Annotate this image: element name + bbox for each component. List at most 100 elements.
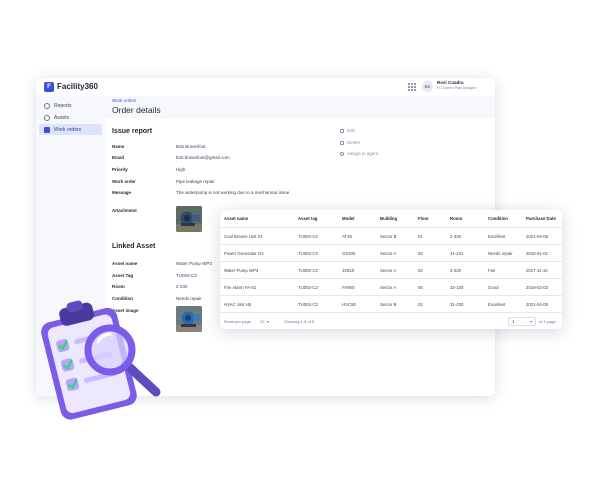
field-value-message: The waterpump is not working due to a me… [176, 190, 290, 195]
column-header[interactable]: Building [380, 210, 397, 227]
table-cell: Power Generator G4 [224, 251, 264, 256]
table-cell: 41-231 [450, 251, 464, 256]
app-logo-text: Facility360 [57, 82, 98, 91]
table-cell: Fair [488, 268, 496, 273]
field-label-name: Name [112, 144, 125, 149]
clock-icon [44, 102, 50, 109]
table-cell: 2017-11-10 [526, 268, 548, 273]
table-cell: HVAC Unit H5 [224, 302, 252, 307]
table-cell: Cool Breeze Unit X1 [224, 234, 263, 239]
table-row[interactable]: HVAC Unit H5 TU002-C3 HVC50 Sector B 02 … [220, 295, 562, 312]
assign-agent-button[interactable]: Assign to agent [340, 151, 378, 157]
table-header: Asset name Asset tag Model Building Floo… [220, 210, 562, 227]
table-cell: TU002-C3 [298, 302, 318, 307]
table-cell: Water Pump WP3 [224, 268, 259, 273]
field-label-priority: Priority [112, 167, 128, 172]
table-cell: Good [488, 285, 499, 290]
page-title: Order details [112, 105, 161, 115]
field-value-condition: Needs repair [176, 296, 202, 301]
user-role: FC Centro Park Anlagen [437, 86, 476, 90]
column-header[interactable]: Asset tag [298, 210, 317, 227]
table-cell: Sector A [380, 285, 397, 290]
pencil-icon [340, 129, 344, 133]
table-cell: 2018-01-01 [526, 251, 548, 256]
field-value-name: Bob Brownfoot [176, 144, 206, 149]
table-cell: 2-230 [450, 268, 461, 273]
sidebar-item-reports[interactable]: Reports [39, 100, 102, 111]
column-header[interactable]: Purchase Date [526, 210, 556, 227]
delete-button[interactable]: Delete [340, 140, 378, 146]
table-cell: TU002-C3 [298, 234, 318, 239]
chevron-down-icon [530, 320, 532, 323]
edit-button[interactable]: Edit [340, 128, 378, 134]
page-select[interactable]: 1 [508, 317, 536, 326]
page-value: 1 [512, 319, 515, 324]
table-row[interactable]: Power Generator G4 TU002-C3 GX200 Sector… [220, 244, 562, 261]
column-header[interactable]: Model [342, 210, 354, 227]
grid-icon[interactable] [408, 83, 416, 91]
issue-report-title: Issue report [112, 128, 153, 135]
table-cell: 2-330 [450, 234, 461, 239]
field-value-priority: High [176, 167, 186, 172]
trash-icon [340, 140, 344, 145]
asset-table: Asset name Asset tag Model Building Floo… [220, 210, 562, 329]
rows-per-page-label: Rows per page [224, 319, 251, 324]
table-cell: Sector B [380, 234, 397, 239]
table-cell: HVC50 [342, 302, 356, 307]
rows-per-page-select[interactable]: 10 [260, 313, 270, 329]
sidebar-item-work-orders[interactable]: Work orders [39, 124, 102, 135]
table-cell: Fire Alarm FA-01 [224, 285, 257, 290]
sidebar-item-label: Work orders [54, 126, 82, 133]
table-cell: Needs repair [488, 251, 513, 256]
table-cell: 31-430 [450, 302, 464, 307]
avatar[interactable]: RC [422, 81, 433, 92]
table-cell: Excellent [488, 302, 506, 307]
attachment-thumbnail[interactable] [176, 206, 202, 232]
sidebar-item-assets[interactable]: Assets [39, 112, 102, 123]
column-header[interactable]: Floor [418, 210, 429, 227]
table-row[interactable]: Water Pump WP3 TU002-C3 JX910 Sector A 0… [220, 261, 562, 278]
column-header[interactable]: Condition [488, 210, 508, 227]
table-row[interactable]: Fire Alarm FA-01 TU002-C3 FA900 Sector A… [220, 278, 562, 295]
field-value-asset-name[interactable]: Water Pump WP3 [176, 261, 212, 267]
table-cell: TU002-C3 [298, 251, 318, 256]
field-label-asset-name: Asset name [112, 261, 138, 266]
clipboard-checklist-magnifier-icon [41, 300, 161, 420]
table-cell: 05 [418, 285, 423, 290]
column-header[interactable]: Room [450, 210, 462, 227]
circle-icon [44, 114, 50, 121]
table-row[interactable]: Cool Breeze Unit X1 TU002-C3 AT26 Sector… [220, 227, 562, 244]
table-cell: GX200 [342, 251, 356, 256]
table-cell: 01 [418, 234, 423, 239]
assign-label: Assign to agent [347, 151, 379, 157]
table-footer: Rows per page 10 Showing 1-5 of 5 1 of 1… [220, 312, 562, 329]
field-label-message: Message [112, 190, 132, 195]
field-label-asset-tag: Asset Tag [112, 273, 134, 278]
breadcrumb[interactable]: Work orders [112, 98, 136, 104]
sidebar-item-label: Assets [54, 114, 70, 121]
field-value-room: 2-230 [176, 284, 188, 289]
asset-image-thumbnail[interactable] [176, 306, 202, 332]
field-label-attachment: Attachment [112, 208, 137, 213]
stack-icon [44, 126, 50, 133]
linked-asset-title: Linked Asset [112, 243, 156, 250]
field-value-email[interactable]: bob.brownfoot@gmail.com [176, 155, 230, 161]
table-cell: Sector B [380, 302, 397, 307]
field-value-work-order: Pipe leakage repair [176, 179, 215, 184]
table-cell: 2021-04-05 [526, 302, 548, 307]
table-cell: 32-100 [450, 285, 464, 290]
pump-photo-icon [176, 306, 202, 332]
delete-label: Delete [347, 139, 361, 145]
page-header: Work orders Order details [106, 96, 495, 118]
field-label-work-order: Work order [112, 179, 136, 184]
table-cell: 02 [418, 268, 423, 273]
building-logo-icon: F [44, 82, 54, 92]
column-header[interactable]: Asset name [224, 210, 248, 227]
person-icon [340, 152, 344, 157]
pump-photo-icon [176, 206, 202, 232]
table-cell: Sector A [380, 268, 397, 273]
field-label-room: Room [112, 284, 125, 289]
edit-label: Edit [347, 128, 355, 133]
table-cell: 02 [418, 302, 423, 307]
order-actions: Edit Delete Assign to agent [340, 128, 378, 163]
